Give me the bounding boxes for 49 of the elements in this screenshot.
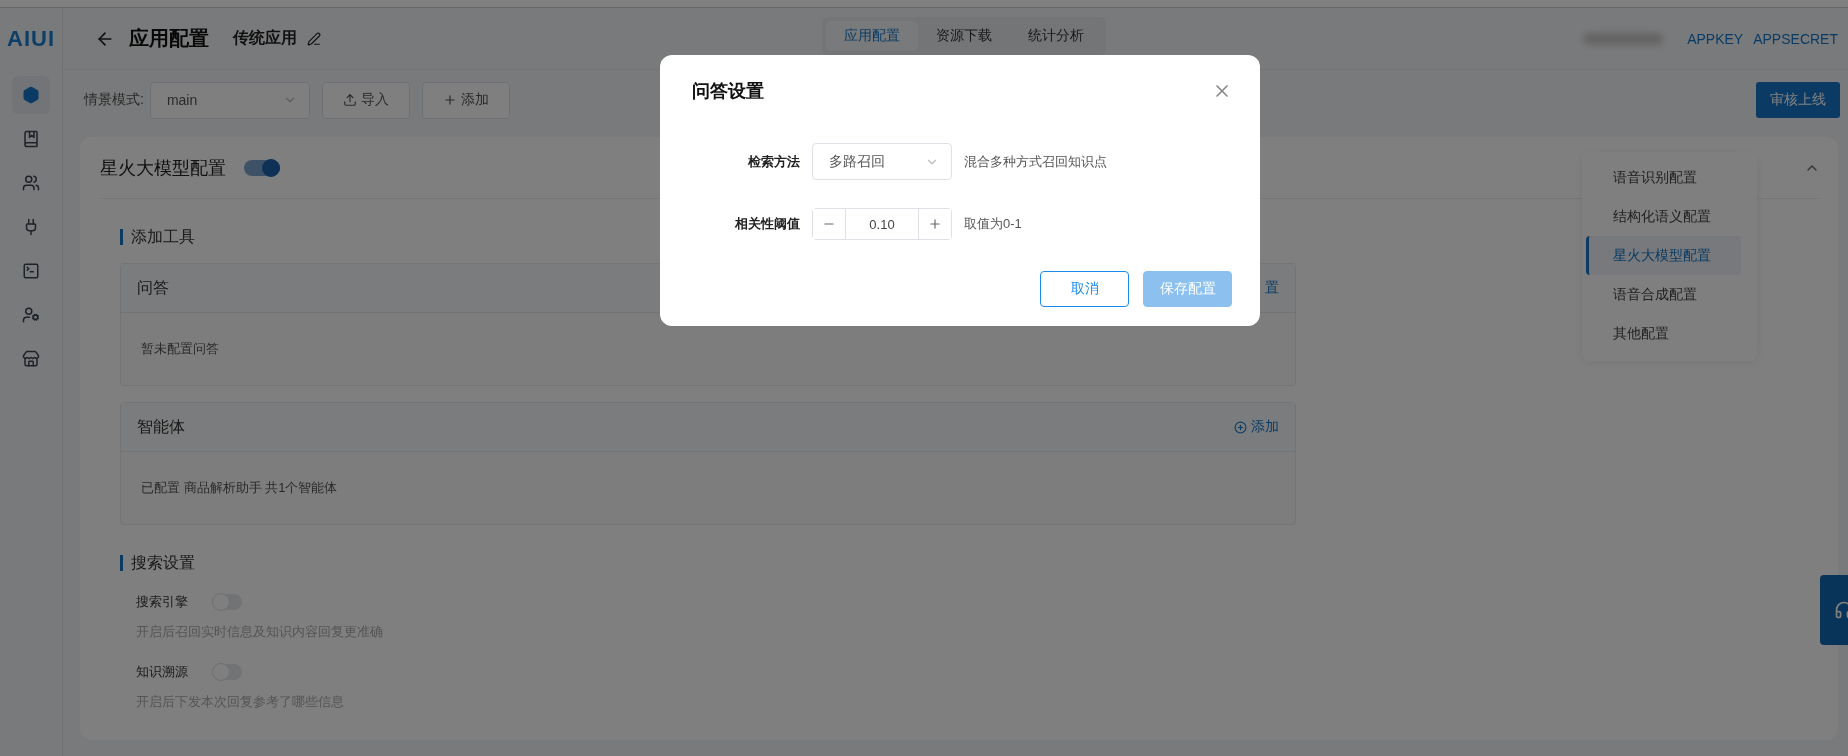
nav-item[interactable]: 结构化语义配置: [1586, 197, 1741, 236]
tab[interactable]: 应用配置: [826, 21, 918, 51]
app-name: 传统应用: [233, 28, 297, 48]
setting-label: 搜索引擎: [136, 593, 188, 611]
publish-button[interactable]: 审核上线: [1756, 82, 1840, 118]
nav-item[interactable]: 其他配置: [1586, 314, 1741, 353]
upload-icon: [342, 93, 357, 107]
setting-label: 知识溯源: [136, 663, 188, 681]
plus-icon: [928, 217, 942, 231]
toggle-switch[interactable]: [244, 159, 280, 176]
header-link[interactable]: APPSECRET: [1753, 30, 1838, 47]
tab[interactable]: 统计分析: [1010, 21, 1102, 51]
people-icon: [22, 174, 40, 192]
user-icon: [22, 306, 40, 324]
number-stepper[interactable]: 0.10: [812, 208, 952, 240]
header-link[interactable]: APPKEY: [1687, 30, 1744, 47]
import-button[interactable]: 导入: [321, 81, 410, 119]
page-title: 应用配置: [129, 26, 209, 51]
method-select[interactable]: 多路召回: [812, 143, 952, 180]
scene-label: 情景模式:: [84, 91, 144, 109]
plus-circle-icon: [1234, 420, 1247, 434]
tool-status: 已配置 商品解析助手 共1个智能体: [141, 479, 338, 497]
sidebar-item[interactable]: [12, 76, 50, 114]
dialog-title: 问答设置: [692, 80, 764, 103]
terminal-icon: [22, 262, 40, 280]
add-link[interactable]: 添加: [1234, 418, 1279, 436]
tool-title: 问答: [137, 277, 169, 298]
tab[interactable]: 资源下载: [918, 21, 1010, 51]
edit-icon[interactable]: [307, 31, 321, 46]
nav-item[interactable]: 语音识别配置: [1586, 158, 1741, 197]
add-button[interactable]: 添加: [421, 81, 510, 119]
nav-item[interactable]: 星火大模型配置: [1586, 236, 1741, 275]
store-icon: [22, 350, 40, 368]
logo: AIUI: [7, 25, 55, 53]
cancel-button[interactable]: 取消: [1040, 271, 1129, 307]
tool-status: 暂未配置问答: [141, 340, 219, 358]
subsection-title: 搜索设置: [120, 555, 1296, 571]
tool-title: 智能体: [137, 416, 185, 437]
settings-link[interactable]: 置: [1265, 279, 1279, 297]
headset-icon: [1834, 600, 1848, 620]
field-hint: 混合多种方式召回知识点: [964, 152, 1108, 171]
scene-select[interactable]: main: [149, 81, 310, 119]
bookmark-icon: [22, 130, 40, 148]
nav-item[interactable]: 语音合成配置: [1586, 275, 1741, 314]
hexagon-icon: [22, 86, 40, 104]
field-label: 检索方法: [746, 152, 800, 171]
help-button[interactable]: [1820, 575, 1848, 645]
section-title: 星火大模型配置: [100, 156, 226, 180]
plus-icon: [442, 93, 457, 107]
